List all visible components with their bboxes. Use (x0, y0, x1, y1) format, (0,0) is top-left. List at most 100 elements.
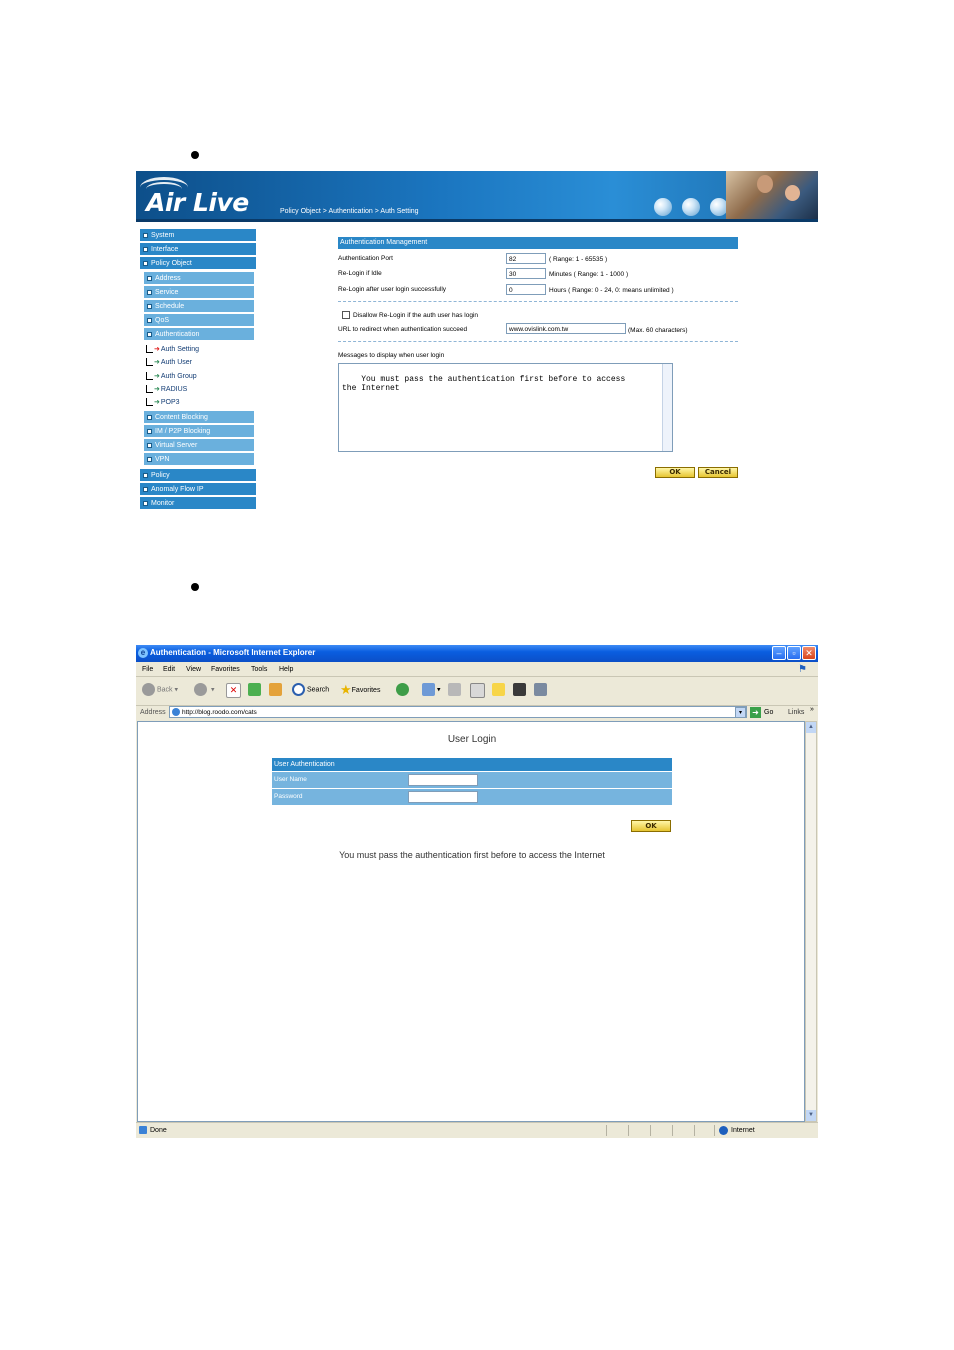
menu-tools[interactable]: Tools (251, 663, 267, 676)
address-dropdown[interactable]: ▾ (735, 707, 746, 718)
go-button[interactable]: Go (764, 705, 773, 720)
nav-interface[interactable]: Interface (140, 243, 256, 256)
go-arrow-icon[interactable]: ➜ (750, 707, 761, 718)
address-input[interactable]: http://blog.roodo.com/cats (169, 706, 747, 718)
expand-icon (147, 303, 152, 309)
vertical-scrollbar[interactable]: ▲ ▼ (805, 721, 817, 1122)
expand-icon (147, 442, 152, 448)
auth-port-label: Authentication Port (338, 255, 393, 262)
nav-auth-user[interactable]: ➜Auth User (146, 358, 192, 366)
ie-login-window: e Authentication - Microsoft Internet Ex… (136, 645, 818, 1138)
menu-view[interactable]: View (186, 663, 201, 676)
chevron-right-icon[interactable]: » (810, 702, 814, 717)
globe-icon (682, 198, 700, 216)
textarea-scrollbar[interactable] (662, 364, 672, 451)
links-button[interactable]: Links (788, 705, 804, 720)
research-button[interactable] (513, 683, 526, 697)
search-button[interactable]: Search (292, 683, 329, 697)
menu-edit[interactable]: Edit (163, 663, 175, 676)
star-icon: ★ (340, 682, 352, 697)
messenger-button[interactable] (534, 683, 547, 697)
ok-button[interactable]: OK (655, 467, 695, 478)
minimize-button[interactable]: – (772, 646, 786, 660)
page-title: User Login (447, 734, 497, 745)
history-button[interactable] (396, 683, 411, 697)
k-icon (513, 683, 526, 696)
page-done-icon (139, 1126, 147, 1134)
refresh-button[interactable] (248, 683, 261, 697)
disallow-relogin-checkbox[interactable] (342, 311, 350, 319)
relogin-idle-input[interactable]: 30 (506, 268, 546, 279)
scroll-up-arrow-icon[interactable]: ▲ (806, 722, 816, 733)
collapse-icon (143, 260, 148, 266)
nav-auth-setting[interactable]: ➜Auth Setting (146, 345, 199, 353)
home-button[interactable] (269, 683, 282, 697)
nav-virtual-server[interactable]: Virtual Server (144, 439, 254, 452)
nav-qos[interactable]: QoS (144, 314, 254, 327)
expand-icon (147, 456, 152, 462)
router-auth-setting-screenshot: Air Live Policy Object > Authentication … (136, 171, 818, 516)
forward-arrow-icon (194, 683, 207, 696)
nav-auth-group[interactable]: ➜Auth Group (146, 372, 197, 380)
menu-file[interactable]: File (142, 663, 153, 676)
toolbar: Back ▾ ▾ ✕ Search ★Favorites ▾ (136, 677, 818, 706)
stop-button[interactable]: ✕ (226, 683, 241, 698)
back-arrow-icon (142, 683, 155, 696)
expand-icon (147, 317, 152, 323)
message-textarea[interactable]: You must pass the authentication first b… (338, 363, 673, 452)
auth-port-input[interactable]: 82 (506, 253, 546, 264)
expand-icon (143, 232, 148, 238)
nav-schedule[interactable]: Schedule (144, 300, 254, 313)
history-icon (396, 683, 409, 696)
nav-authentication[interactable]: Authentication (144, 328, 254, 341)
status-text: Done (150, 1127, 167, 1134)
redirect-url-hint: (Max. 60 characters) (628, 327, 688, 334)
nav-vpn[interactable]: VPN (144, 453, 254, 466)
nav-content-blocking[interactable]: Content Blocking (144, 411, 254, 424)
login-table-title: User Authentication (272, 758, 672, 771)
relogin-after-input[interactable]: 0 (506, 284, 546, 295)
nav-address[interactable]: Address (144, 272, 254, 285)
redirect-url-input[interactable]: www.ovislink.com.tw (506, 323, 626, 334)
section-title: Authentication Management (338, 237, 738, 249)
password-input[interactable] (408, 791, 478, 803)
stop-icon: ✕ (226, 683, 241, 698)
expand-icon (147, 289, 152, 295)
print-button[interactable] (448, 683, 461, 697)
nav-anomaly-flow-ip[interactable]: Anomaly Flow IP (140, 483, 256, 496)
header-photo (726, 171, 818, 219)
password-row: Password (272, 788, 672, 805)
scroll-down-arrow-icon[interactable]: ▼ (806, 1110, 816, 1121)
restore-button[interactable]: ▫ (787, 646, 801, 660)
address-label: Address (140, 709, 166, 716)
redirect-url-label: URL to redirect when authentication succ… (338, 326, 468, 333)
nav-pop3[interactable]: ➜POP3 (146, 398, 180, 406)
window-titlebar: e Authentication - Microsoft Internet Ex… (136, 645, 818, 662)
menu-help[interactable]: Help (279, 663, 293, 676)
zone-text: Internet (731, 1127, 755, 1134)
close-button[interactable]: ✕ (802, 646, 816, 660)
nav-policy[interactable]: Policy (140, 469, 256, 482)
edit-button[interactable] (470, 683, 485, 698)
nav-radius[interactable]: ➜RADIUS (146, 385, 187, 393)
menu-favorites[interactable]: Favorites (211, 663, 240, 676)
nav-system[interactable]: System (140, 229, 256, 242)
nav-monitor[interactable]: Monitor (140, 497, 256, 510)
nav-im-p2p-blocking[interactable]: IM / P2P Blocking (144, 425, 254, 438)
username-input[interactable] (408, 774, 478, 786)
discuss-button[interactable] (492, 683, 505, 697)
arrow-right-icon: ➜ (154, 346, 160, 353)
nav-service[interactable]: Service (144, 286, 254, 299)
divider (338, 341, 738, 342)
expand-icon (143, 486, 148, 492)
nav-policy-object[interactable]: Policy Object (140, 257, 256, 270)
username-label: User Name (274, 776, 307, 783)
cancel-button[interactable]: Cancel (698, 467, 738, 478)
login-ok-button[interactable]: OK (631, 820, 671, 832)
header-divider (136, 219, 818, 222)
mail-button[interactable]: ▾ (422, 683, 440, 697)
favorites-button[interactable]: ★Favorites (340, 683, 380, 698)
expand-icon (143, 472, 148, 478)
back-button[interactable]: Back ▾ (142, 683, 178, 697)
forward-button[interactable]: ▾ (194, 683, 214, 697)
